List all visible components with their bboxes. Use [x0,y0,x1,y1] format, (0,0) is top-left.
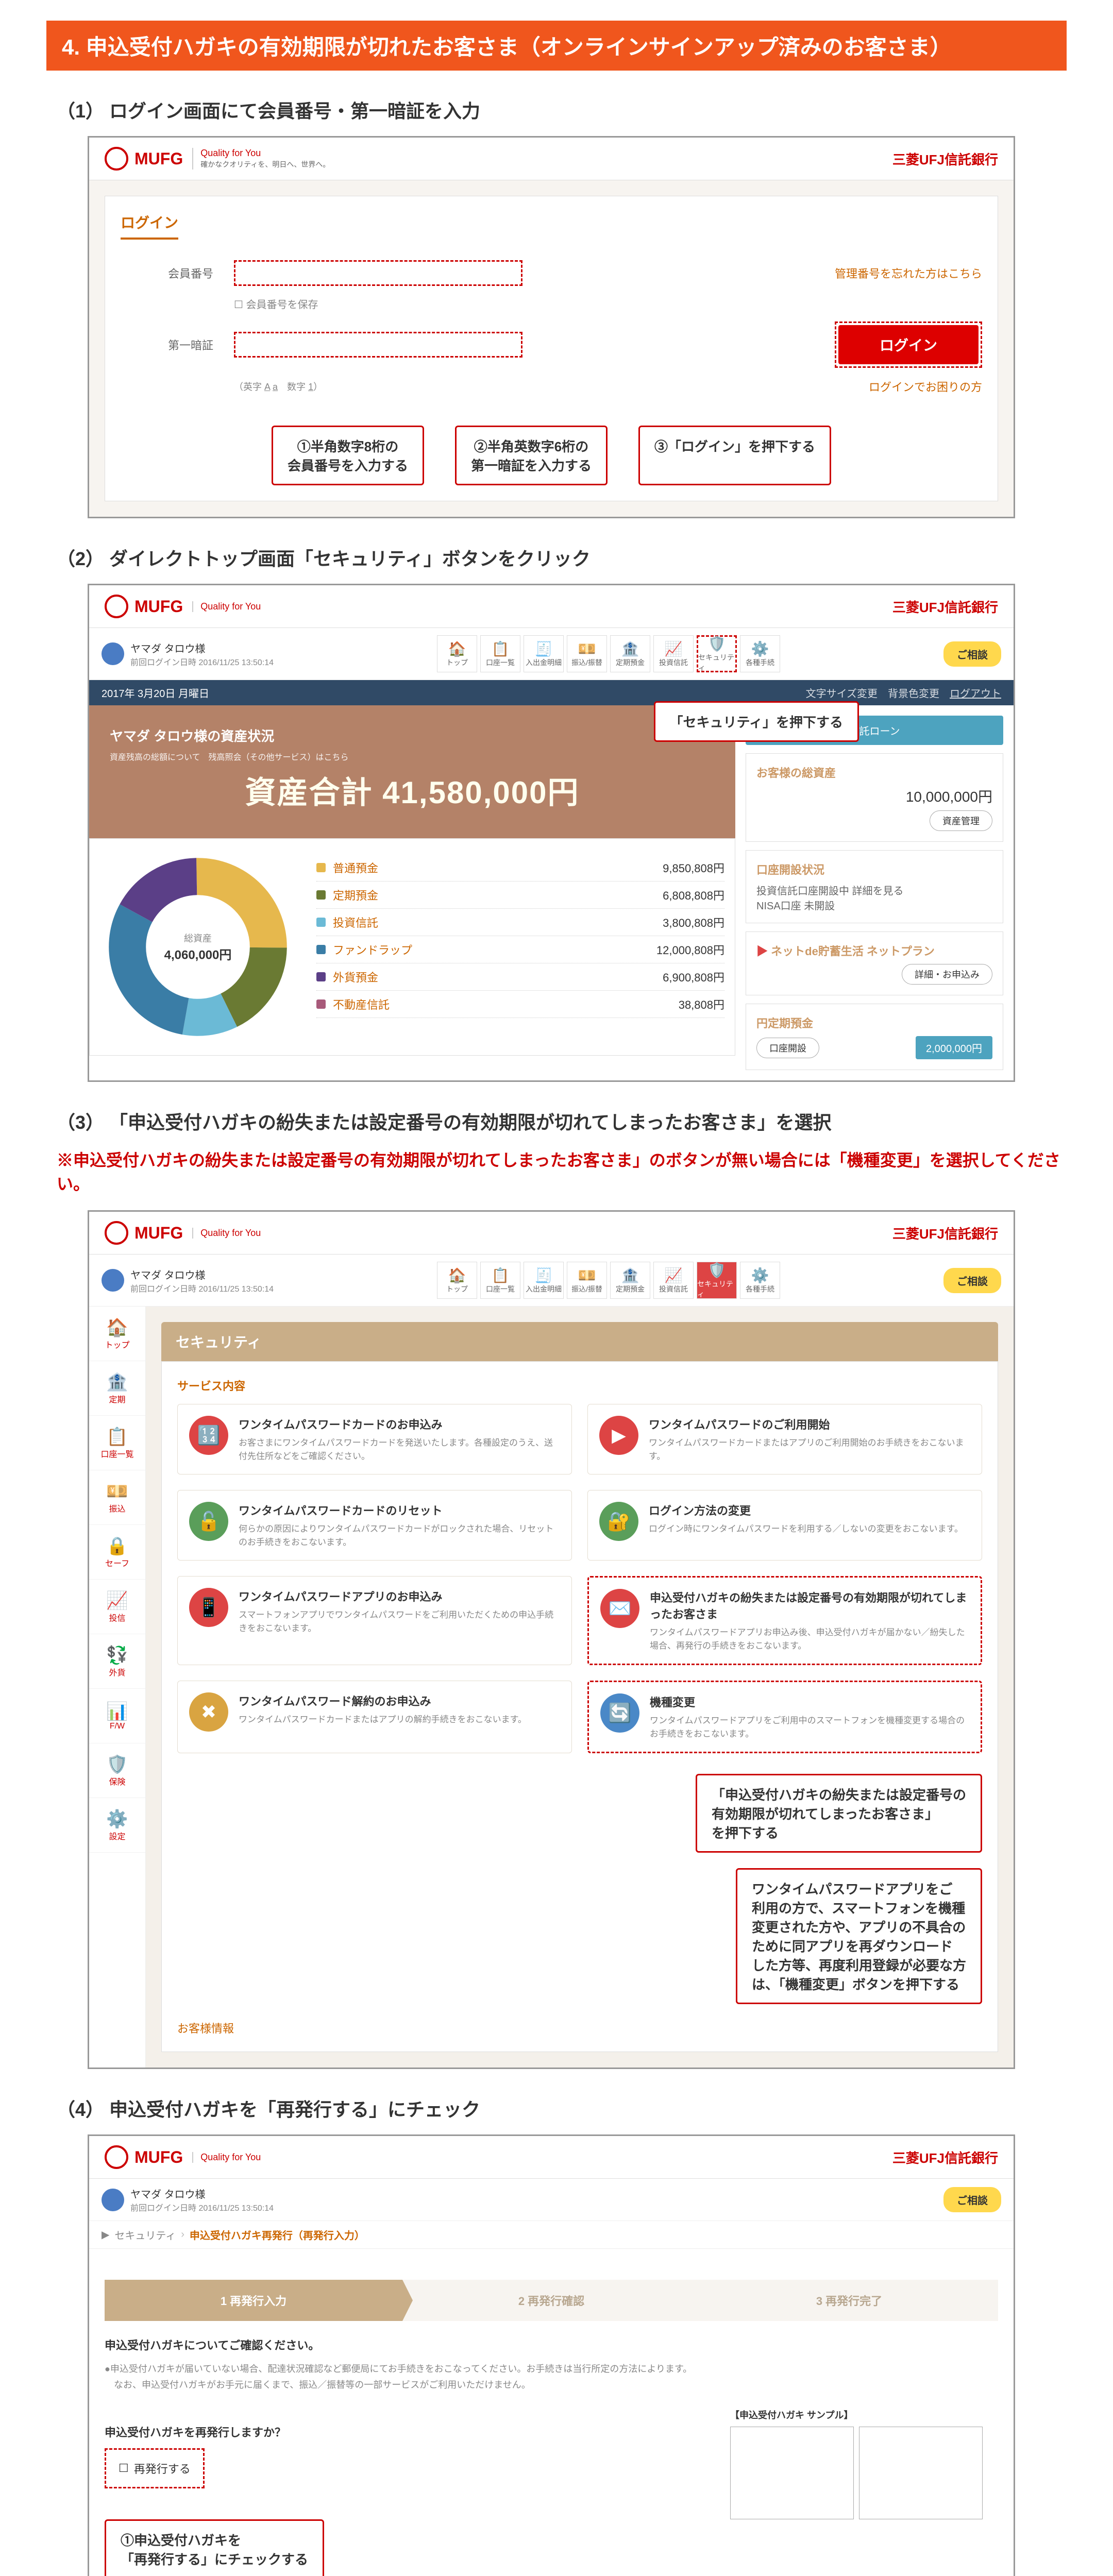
breadcrumb: ▶ セキュリティ › 申込受付ハガキ再発行（再発行入力） [89,2221,1014,2249]
sample-title: 【申込受付ハガキ サンプル】 [730,2408,998,2421]
callout-device: ワンタイムパスワードアプリをご 利用の方で、スマートフォンを機種 変更された方や… [736,1868,982,2004]
donut-chart: 総資産4,060,000円 [105,854,291,1040]
srv-device-change[interactable]: 🔄機種変更ワンタイムパスワードアプリをご利用中のスマートフォンを機種変更する場合… [587,1681,982,1753]
help-button[interactable]: ご相談 [943,641,1001,667]
pin1-label: 第一暗証 [121,336,213,353]
callout-3: ③「ログイン」を押下する [638,426,831,485]
login-button[interactable]: ログイン [838,325,979,364]
sample-card-front [730,2427,854,2519]
legend: 普通預金9,850,808円 定期預金6,808,808円 投資信託3,800,… [306,839,735,1055]
screenshot-reissue-input: MUFGQuality for You三菱UFJ信託銀行 ヤマダ タロウ様前回ロ… [88,2134,1015,2576]
nav-deposit[interactable]: 🏦定期預金 [610,635,650,672]
open-acct-btn[interactable]: 口座開設 [756,1038,819,1058]
deposit-amt-btn[interactable]: 2,000,000円 [916,1036,992,1059]
side-nav: 🏠トップ 🏦定期 📋口座一覧 💴振込 🔒セーフ 📈投信 💱外貨 📊F/W 🛡️保… [89,1307,146,2067]
step1-label: （1） ログイン画面にて会員番号・第一暗証を入力 [57,96,1067,123]
asset-mgmt-btn[interactable]: 資産管理 [930,810,992,831]
pin1-input[interactable] [234,332,522,358]
nav-transfer[interactable]: 💴振込/振替 [567,635,607,672]
nav-history[interactable]: 🧾入出金明細 [524,635,564,672]
nav-proc[interactable]: ⚙️各種手続 [740,635,780,672]
step2-label: （2） ダイレクトトップ画面「セキュリティ」ボタンをクリック [57,544,1067,571]
callout-check: ①申込受付ハガキを 「再発行する」にチェックする [105,2519,324,2576]
reissue-note: ●申込受付ハガキが届いていない場合、配達状況確認など郵便局にてお手続きをおこなっ… [105,2361,998,2393]
srv-reset[interactable]: 🔓ワンタイムパスワードカードのリセット何らかの原因によりワンタイムパスワードカー… [177,1490,572,1561]
security-title: セキュリティ [161,1322,998,1361]
service-heading: サービス内容 [177,1377,982,1394]
section-title: 4. 申込受付ハガキの有効期限が切れたお客さま（オンラインサインアップ済みのお客… [46,21,1067,71]
mufg-logo: MUFG Quality for You 確かなクオリティを、明日へ、世界へ。 [105,147,330,171]
hero-amount: 資産合計 41,580,000円 [110,768,715,812]
nav-security[interactable]: 🛡️セキュリティ [697,635,737,672]
nav-top[interactable]: 🏠トップ [437,635,477,672]
screenshot-top: MUFGQuality for You 三菱UFJ信託銀行 ヤマダ タロウ様前回… [88,584,1015,1082]
avatar [102,642,124,665]
member-no-label: 会員番号 [121,265,213,281]
srv-app-apply[interactable]: 📱ワンタイムパスワードアプリのお申込みスマートフォンアプリでワンタイムパスワード… [177,1576,572,1665]
srv-cancel[interactable]: ✖ワンタイムパスワード解約のお申込みワンタイムパスワードカードまたはアプリの解約… [177,1681,572,1753]
sample-card-back [859,2427,983,2519]
brand-tagline: Quality for You [200,148,261,158]
brand-tagline2: 確かなクオリティを、明日へ、世界へ。 [200,160,330,168]
step3-label: （3） 「申込受付ハガキの紛失または設定番号の有効期限が切れてしまったお客さま」… [57,1108,1067,1134]
step3-note: ※申込受付ハガキの紛失または設定番号の有効期限が切れてしまったお客さま」のボタン… [57,1147,1067,1195]
bank-name: 三菱UFJ信託銀行 [892,149,998,168]
callout-1: ①半角数字8桁の 会員番号を入力する [272,426,424,485]
callout-2: ②半角英数字6桁の 第一暗証を入力する [455,426,608,485]
customer-info-link[interactable]: お客様情報 [177,2020,982,2036]
save-id-checkbox[interactable]: ☐ 会員番号を保存 [234,296,318,311]
srv-card-apply[interactable]: 🔢ワンタイムパスワードカードのお申込みお客さまにワンタイムパスワードカードを発送… [177,1404,572,1475]
hero-panel: ヤマダ タロウ様の資産状況 資産残高の総額について 残高照会（その他サービス）は… [89,705,735,838]
nav-invest[interactable]: 📈投資信託 [653,635,694,672]
card-assets: お客様の総資産 10,000,000円 資産管理 [746,753,1003,842]
screenshot-security: MUFGQuality for You三菱UFJ信託銀行 ヤマダ タロウ様前回ロ… [88,1210,1015,2069]
step4-label: （4） 申込受付ハガキを「再発行する」にチェック [57,2095,1067,2122]
card-accounts: 口座開設状況 投資信託口座開設中 詳細を見る NISA口座 未開設 [746,850,1003,923]
srv-reissue[interactable]: ✉️申込受付ハガキの紛失または設定番号の有効期限が切れてしまったお客さまワンタイ… [587,1576,982,1665]
icon-row: 🏠トップ 📋口座一覧 🧾入出金明細 💴振込/振替 🏦定期預金 📈投資信託 🛡️セ… [437,635,780,672]
srv-login-change[interactable]: 🔐ログイン方法の変更ログイン時にワンタイムパスワードを利用する／しないの変更をお… [587,1490,982,1561]
nav-accounts[interactable]: 📋口座一覧 [480,635,520,672]
reissue-block1-title: 申込受付ハガキについてご確認ください。 [105,2336,998,2353]
srv-start[interactable]: ▶ワンタイムパスワードのご利用開始ワンタイムパスワードカードまたはアプリのご利用… [587,1404,982,1475]
brand-text: MUFG [134,149,183,168]
card-deposit: 円定期預金 口座開設 2,000,000円 [746,1004,1003,1070]
forgot-link[interactable]: 管理番号を忘れた方はこちら [835,265,982,281]
reissue-checkbox[interactable]: ☐ 再発行する [112,2454,197,2483]
screenshot-login: MUFG Quality for You 確かなクオリティを、明日へ、世界へ。 三… [88,136,1015,518]
card-netplan: ▶ ネットde貯蓄生活 ネットプラン 詳細・お申込み [746,931,1003,995]
netplan-btn[interactable]: 詳細・お申込み [902,964,992,985]
reissue-q: 申込受付ハガキを再発行しますか？ [105,2424,699,2440]
date-label: 2017年 3月20日 月曜日 [102,685,209,700]
callout-reissue: 「申込受付ハガキの紛失または設定番号の 有効期限が切れてしまったお客さま」 を押… [696,1774,982,1853]
login-tab[interactable]: ログイン [121,212,178,240]
member-no-input[interactable] [234,260,522,286]
user-chip: ヤマダ タロウ様前回ログイン日時 2016/11/25 13:50:14 [102,640,274,668]
callout-security: 「セキュリティ」を押下する [654,701,859,742]
stepper: 1 再発行入力 2 再発行確認 3 再発行完了 [105,2280,998,2321]
mufg-circle-icon [105,147,128,171]
reissue-checkbox-wrap: ☐ 再発行する [105,2448,205,2488]
login-help-link[interactable]: ログインでお困りの方 [869,378,982,395]
